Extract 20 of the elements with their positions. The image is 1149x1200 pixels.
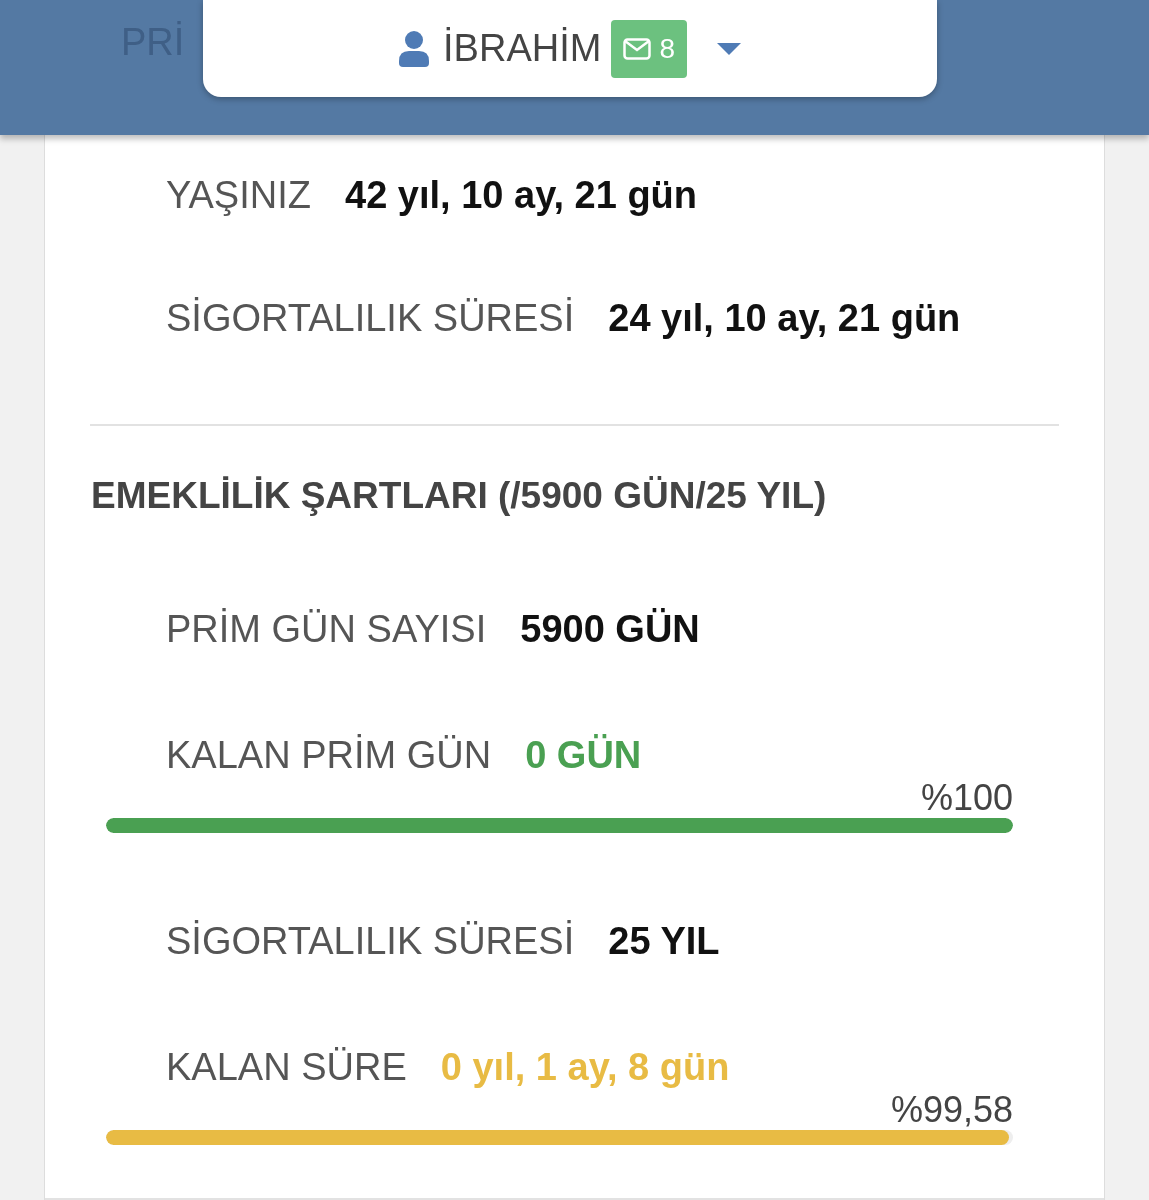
field-label: PRİM GÜN SAYISI (166, 606, 487, 652)
mail-icon (623, 37, 652, 60)
user-menu-card[interactable]: İBRAHİM 8 (203, 0, 937, 97)
user-icon (399, 30, 430, 67)
field-value: 25 YIL (608, 918, 720, 964)
caret-icon[interactable] (716, 42, 741, 55)
field-value: 0 GÜN (525, 732, 642, 778)
field-label: SİGORTALILIK SÜRESİ (166, 918, 575, 964)
field-value: 5900 GÜN (520, 606, 700, 652)
field-label: YAŞINIZ (166, 172, 311, 218)
percent-label: %99,58 (890, 1090, 1013, 1130)
field-value: 42 yıl, 10 ay, 21 gün (345, 172, 698, 218)
field-label: SİGORTALILIK SÜRESİ (166, 295, 575, 341)
field-value: 0 yıl, 1 ay, 8 gün (440, 1044, 730, 1090)
percent-label: %100 (920, 778, 1013, 818)
field-label: KALAN PRİM GÜN (166, 732, 492, 778)
field-value: 24 yıl, 10 ay, 21 gün (608, 295, 961, 341)
user-name: İBRAHİM (443, 26, 602, 71)
field-label: KALAN SÜRE (166, 1044, 407, 1090)
section-title: EMEKLİLİK ŞARTLARI (/5900 GÜN/25 YIL) (91, 474, 827, 519)
